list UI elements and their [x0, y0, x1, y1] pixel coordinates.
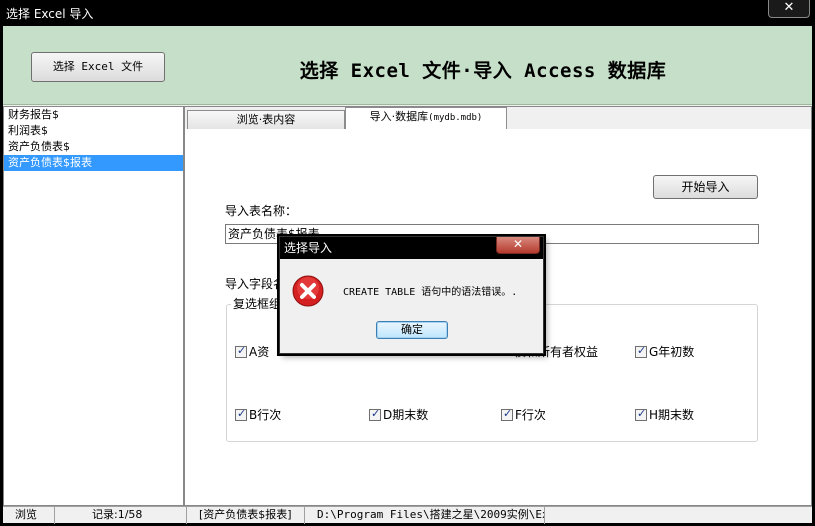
- window-close-button[interactable]: ✕: [768, 0, 810, 18]
- tab-strip: 浏览·表内容 导入·数据库(mydb.mdb): [185, 107, 811, 129]
- field-checkbox-a[interactable]: A资: [235, 344, 270, 359]
- status-path: D:\Program Files\搭建之星\2009实例\Exc: [305, 507, 545, 524]
- header-banner: 选择 Excel 文件 选择 Excel 文件·导入 Access 数据库: [3, 26, 812, 105]
- window-title: 选择 Excel 导入: [6, 7, 94, 21]
- sheet-list-item[interactable]: 资产负债表$: [4, 139, 183, 155]
- error-dialog: 选择导入 ✕ CREATE TABLE 语句中的语法错误。. 确定: [279, 236, 544, 354]
- field-checkbox-d[interactable]: D期末数: [369, 407, 429, 422]
- title-bar[interactable]: 选择 Excel 导入 ✕: [0, 0, 815, 25]
- status-record: 记录:1/58: [55, 507, 187, 524]
- status-mode: 浏览: [3, 507, 55, 524]
- status-bar: 浏览 记录:1/58 [资产负债表$报表] D:\Program Files\搭…: [3, 506, 812, 524]
- select-excel-file-button[interactable]: 选择 Excel 文件: [31, 52, 165, 82]
- checkbox-checked-icon[interactable]: [235, 344, 247, 358]
- checkbox-checked-icon[interactable]: [235, 407, 247, 421]
- ok-button[interactable]: 确定: [376, 321, 448, 339]
- field-checkbox-f[interactable]: F行次: [501, 407, 546, 422]
- sheet-list-item-selected[interactable]: 资产负债表$报表: [4, 155, 183, 171]
- checkbox-label: A资: [249, 345, 270, 359]
- app-window: 选择 Excel 导入 ✕ 选择 Excel 文件 选择 Excel 文件·导入…: [0, 0, 815, 526]
- checkbox-label: D期末数: [383, 408, 429, 422]
- start-import-button[interactable]: 开始导入: [653, 175, 758, 199]
- checkbox-label: B行次: [249, 408, 282, 422]
- page-title: 选择 Excel 文件·导入 Access 数据库: [299, 60, 667, 82]
- tab-import-db-name: (mydb.mdb): [428, 113, 483, 123]
- tab-browse-table[interactable]: 浏览·表内容: [187, 110, 345, 129]
- tab-import-label: 导入·数据库: [369, 110, 429, 123]
- sheet-list-item[interactable]: 财务报告$: [4, 107, 183, 123]
- checkbox-checked-icon[interactable]: [635, 344, 647, 358]
- dialog-close-button[interactable]: ✕: [496, 237, 540, 254]
- sheet-list[interactable]: 财务报告$ 利润表$ 资产负债表$ 资产负债表$报表: [3, 106, 184, 506]
- sheet-list-item[interactable]: 利润表$: [4, 123, 183, 139]
- checkbox-group-legend: 复选框组: [231, 295, 284, 312]
- checkbox-label: G年初数: [649, 345, 695, 359]
- status-table: [资产负债表$报表]: [187, 507, 305, 524]
- checkbox-checked-icon[interactable]: [369, 407, 381, 421]
- checkbox-checked-icon[interactable]: [635, 407, 647, 421]
- checkbox-checked-icon[interactable]: [501, 407, 513, 421]
- checkbox-label: H期末数: [649, 408, 695, 422]
- field-checkbox-b[interactable]: B行次: [235, 407, 282, 422]
- checkbox-label: F行次: [515, 408, 546, 422]
- fields-label: 导入字段名: [225, 277, 286, 291]
- error-icon: [292, 275, 324, 307]
- field-checkbox-g[interactable]: G年初数: [635, 344, 695, 359]
- dialog-message: CREATE TABLE 语句中的语法错误。.: [343, 287, 518, 298]
- tab-import-database[interactable]: 导入·数据库(mydb.mdb): [345, 107, 507, 129]
- table-name-label: 导入表名称：: [225, 204, 298, 218]
- field-checkbox-h[interactable]: H期末数: [635, 407, 695, 422]
